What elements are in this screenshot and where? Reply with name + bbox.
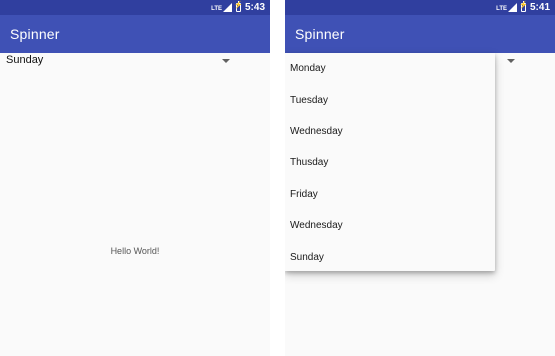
app-bar: Spinner xyxy=(285,15,555,53)
status-bar: LTE 5:43 xyxy=(0,0,270,15)
dropdown-item-tuesday[interactable]: Tuesday xyxy=(285,84,495,115)
dropdown-item-monday[interactable]: Monday xyxy=(285,53,495,84)
right-phone-screen: LTE 5:41 Spinner Monday Tuesday Wednesda… xyxy=(285,0,555,356)
dropdown-arrow-icon xyxy=(222,59,230,63)
network-type-label: LTE xyxy=(496,6,507,12)
app-title: Spinner xyxy=(10,26,60,42)
lte-signal-icon: LTE xyxy=(211,3,232,12)
hello-world-text: Hello World! xyxy=(110,246,160,256)
app-bar: Spinner xyxy=(0,15,270,53)
signal-strength-icon xyxy=(222,3,232,12)
dropdown-item-wednesday-2[interactable]: Wednesday xyxy=(285,210,495,241)
dropdown-arrow-icon xyxy=(507,59,515,63)
signal-strength-icon xyxy=(507,3,517,12)
spinner-dropdown-list: Monday Tuesday Wednesday Thusday Friday … xyxy=(285,53,495,271)
dropdown-item-friday[interactable]: Friday xyxy=(285,179,495,210)
battery-charging-icon xyxy=(234,1,243,12)
spinner-selected-value: Sunday xyxy=(6,54,44,66)
status-time: 5:43 xyxy=(244,2,265,13)
dropdown-item-sunday[interactable]: Sunday xyxy=(285,241,495,272)
status-icons: LTE 5:41 xyxy=(496,1,550,14)
status-icons: LTE 5:43 xyxy=(211,1,265,14)
app-title: Spinner xyxy=(295,26,345,42)
status-time: 5:41 xyxy=(529,2,550,13)
dropdown-item-wednesday[interactable]: Wednesday xyxy=(285,116,495,147)
left-phone-screen: LTE 5:43 Spinner Sunday Hello World! xyxy=(0,0,270,356)
dropdown-item-thusday[interactable]: Thusday xyxy=(285,147,495,178)
lte-signal-icon: LTE xyxy=(496,3,517,12)
network-type-label: LTE xyxy=(211,6,222,12)
day-spinner[interactable]: Sunday xyxy=(0,53,240,69)
status-bar: LTE 5:41 xyxy=(285,0,555,15)
battery-charging-icon xyxy=(519,1,528,12)
